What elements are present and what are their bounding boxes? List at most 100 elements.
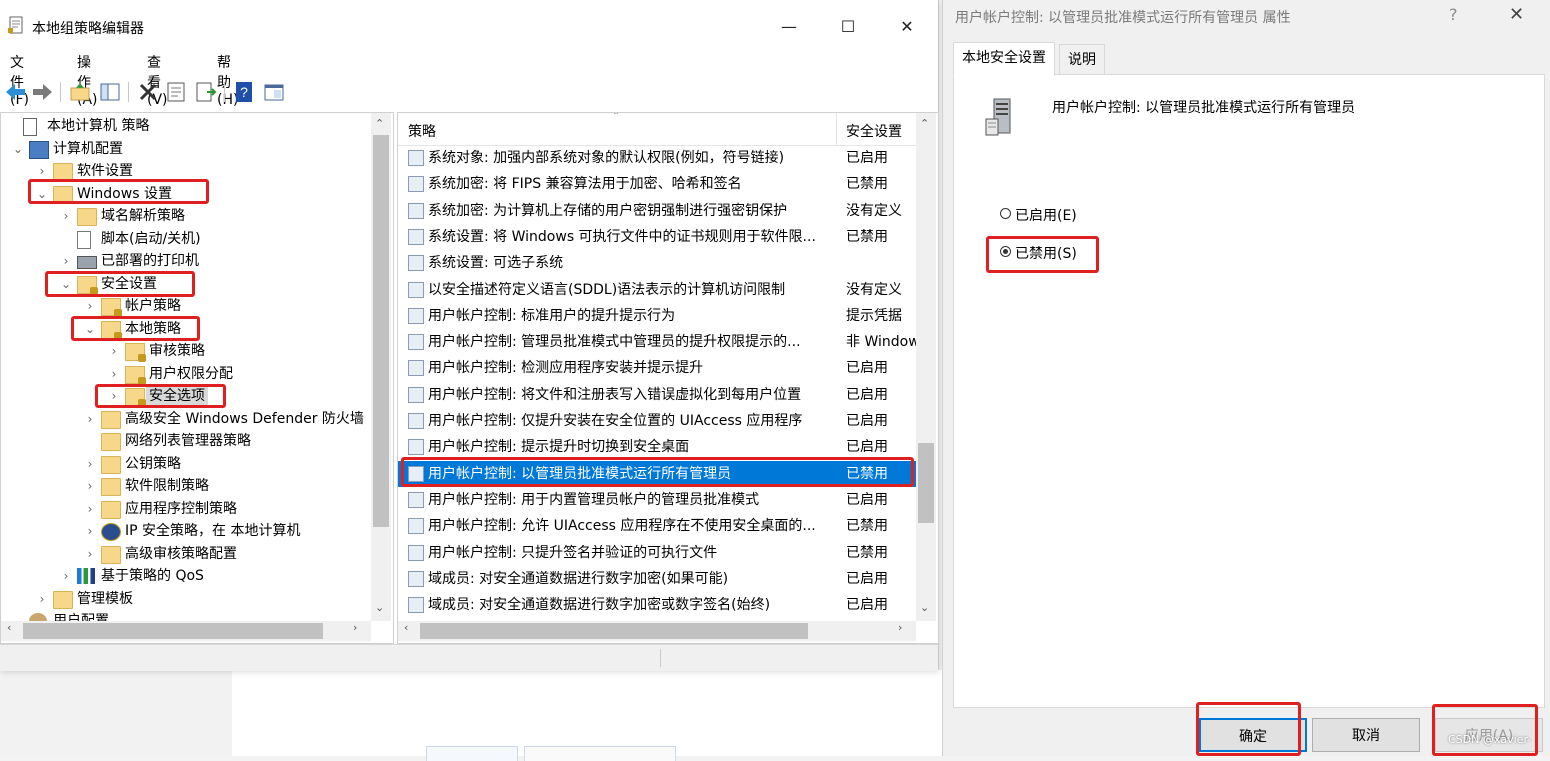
scroll-right-arrow-icon[interactable]: ›: [353, 621, 357, 634]
tree-scroll-thumb[interactable]: [373, 135, 389, 527]
security-folder-icon: [125, 343, 146, 362]
list-row[interactable]: 用户帐户控制: 检测应用程序安装并提示提升 已启用: [398, 355, 916, 381]
export-list-icon[interactable]: [194, 80, 218, 104]
cancel-button[interactable]: 取消: [1312, 718, 1420, 752]
tab-local-security-setting[interactable]: 本地安全设置: [953, 42, 1055, 76]
background-tab: [524, 746, 676, 761]
list-row[interactable]: 用户帐户控制: 只提升签名并验证的可执行文件 已禁用: [398, 540, 916, 566]
column-header-setting[interactable]: 安全设置: [846, 121, 902, 141]
expand-chevron-icon[interactable]: ›: [107, 363, 121, 385]
tab-panel: 用户帐户控制: 以管理员批准模式运行所有管理员 已启用(E) 已禁用(S): [953, 74, 1545, 708]
delete-x-icon[interactable]: [136, 80, 160, 104]
back-arrow-icon[interactable]: [4, 80, 28, 104]
expand-chevron-icon[interactable]: ›: [83, 520, 97, 542]
collapse-chevron-icon[interactable]: ⌄: [59, 273, 73, 295]
column-divider[interactable]: [836, 113, 837, 145]
list-row[interactable]: 用户帐户控制: 提示提升时切换到安全桌面 已启用: [398, 434, 916, 460]
list-hscroll-thumb[interactable]: [420, 623, 808, 639]
title-bar[interactable]: 本地组策略编辑器 — ☐ ✕: [0, 0, 938, 46]
policy-name-cell: 用户帐户控制: 以管理员批准模式运行所有管理员: [428, 465, 732, 482]
radio-enabled[interactable]: 已启用(E): [1000, 205, 1077, 225]
show-hide-tree-icon[interactable]: [98, 80, 122, 104]
collapse-chevron-icon[interactable]: ⌄: [83, 318, 97, 340]
list-header: 策略 ⌃ 安全设置: [398, 113, 916, 146]
expand-chevron-icon[interactable]: ›: [83, 543, 97, 565]
scroll-up-arrow-icon[interactable]: ⌃: [920, 117, 929, 130]
lock-icon: [114, 309, 122, 317]
list-row[interactable]: 系统加密: 将 FIPS 兼容算法用于加密、哈希和签名 已禁用: [398, 171, 916, 197]
help-icon[interactable]: ?: [232, 80, 256, 104]
expand-chevron-icon[interactable]: ›: [83, 475, 97, 497]
list-row[interactable]: 系统设置: 可选子系统: [398, 250, 916, 276]
list-vertical-scrollbar[interactable]: [916, 113, 936, 621]
collapse-chevron-icon[interactable]: ⌄: [35, 183, 49, 205]
security-setting-cell: 已启用: [846, 491, 888, 508]
policy-setting-icon: [408, 202, 424, 219]
tab-explain[interactable]: 说明: [1059, 44, 1105, 76]
list-row[interactable]: 域成员: 对安全通道数据进行数字加密(如果可能) 已启用: [398, 566, 916, 592]
lock-icon: [138, 354, 146, 362]
collapse-chevron-icon[interactable]: ⌄: [11, 138, 25, 160]
tree-node-label: 网络列表管理器策略: [125, 433, 251, 449]
tree-node-label: 用户权限分配: [149, 365, 233, 382]
list-row[interactable]: 用户帐户控制: 管理员批准模式中管理员的提升权限提示的... 非 Windows: [398, 329, 916, 355]
tree-node-label: 高级审核策略配置: [125, 545, 237, 562]
policy-setting-icon: [408, 544, 424, 561]
properties-icon[interactable]: [164, 80, 188, 104]
list-row[interactable]: 用户帐户控制: 将文件和注册表写入错误虚拟化到每用户位置 已启用: [398, 382, 916, 408]
tree-hscroll-thumb[interactable]: [23, 623, 323, 639]
list-row[interactable]: 系统加密: 为计算机上存储的用户密钥强制进行强密钥保护 没有定义: [398, 198, 916, 224]
expand-chevron-icon[interactable]: ›: [83, 498, 97, 520]
minimize-button[interactable]: —: [766, 12, 812, 42]
scroll-down-arrow-icon[interactable]: ⌄: [375, 601, 384, 614]
list-row[interactable]: 用户帐户控制: 标准用户的提升提示行为 提示凭据: [398, 303, 916, 329]
scroll-left-arrow-icon[interactable]: ‹: [404, 621, 408, 634]
console-tree: 本地计算机 策略 ⌄ 计算机配置 › 软件设置 ⌄ Windows 设置 › 域名解析策略 脚本(…: [0, 112, 394, 644]
expand-chevron-icon[interactable]: ›: [107, 385, 121, 407]
list-row[interactable]: 用户帐户控制: 仅提升安装在安全位置的 UIAccess 应用程序 已启用: [398, 408, 916, 434]
list-row[interactable]: 用户帐户控制: 允许 UIAccess 应用程序在不使用安全桌面的... 已禁用: [398, 513, 916, 539]
policy-name-cell: 以安全描述符定义语言(SDDL)语法表示的计算机访问限制: [428, 281, 786, 298]
scroll-left-arrow-icon[interactable]: ‹: [7, 621, 11, 634]
view-pane-icon[interactable]: [262, 80, 286, 104]
maximize-button[interactable]: ☐: [825, 12, 871, 42]
expand-chevron-icon[interactable]: ›: [83, 453, 97, 475]
expand-chevron-icon[interactable]: ›: [35, 160, 49, 182]
list-row[interactable]: 以安全描述符定义语言(SDDL)语法表示的计算机访问限制 没有定义: [398, 277, 916, 303]
scroll-right-arrow-icon[interactable]: ›: [898, 621, 902, 634]
background-panel: [232, 670, 942, 756]
security-setting-cell: 没有定义: [846, 281, 902, 298]
list-scroll-thumb[interactable]: [918, 443, 934, 523]
policy-setting-icon: [408, 439, 424, 456]
up-folder-icon[interactable]: [68, 80, 92, 104]
list-row[interactable]: 域成员: 对安全通道数据进行数字加密或数字签名(始终) 已启用: [398, 592, 916, 618]
folder-icon: [77, 208, 97, 226]
policy-setting-icon: [408, 255, 424, 272]
radio-disabled-circle[interactable]: [1000, 246, 1011, 257]
tree-node-label: 安全设置: [101, 275, 157, 292]
policy-name-cell: 系统加密: 为计算机上存储的用户密钥强制进行强密钥保护: [428, 202, 788, 219]
list-row[interactable]: 用户帐户控制: 以管理员批准模式运行所有管理员 已禁用: [398, 460, 916, 487]
dialog-help-button[interactable]: ?: [1449, 5, 1458, 24]
forward-arrow-icon[interactable]: [30, 80, 54, 104]
dialog-close-button[interactable]: ✕: [1509, 4, 1524, 25]
expand-chevron-icon[interactable]: ›: [107, 340, 121, 362]
expand-chevron-icon[interactable]: ›: [35, 588, 49, 610]
security-setting-cell: 提示凭据: [846, 307, 902, 324]
scroll-up-arrow-icon[interactable]: ⌃: [375, 117, 384, 130]
column-header-policy[interactable]: 策略: [408, 121, 436, 141]
list-row[interactable]: 系统对象: 加强内部系统对象的默认权限(例如，符号链接) 已启用: [398, 145, 916, 171]
security-setting-cell: 没有定义: [846, 202, 902, 219]
close-button[interactable]: ✕: [884, 12, 930, 42]
expand-chevron-icon[interactable]: ›: [59, 565, 73, 587]
ok-button[interactable]: 确定: [1199, 718, 1307, 752]
radio-disabled[interactable]: 已禁用(S): [1000, 243, 1077, 263]
list-row[interactable]: 系统设置: 将 Windows 可执行文件中的证书规则用于软件限... 已禁用: [398, 224, 916, 250]
list-row[interactable]: 用户帐户控制: 用于内置管理员帐户的管理员批准模式 已启用: [398, 487, 916, 513]
expand-chevron-icon[interactable]: ›: [83, 295, 97, 317]
radio-enabled-circle[interactable]: [1000, 208, 1011, 219]
expand-chevron-icon[interactable]: ›: [59, 205, 73, 227]
expand-chevron-icon[interactable]: ›: [59, 250, 73, 272]
scroll-down-arrow-icon[interactable]: ⌄: [920, 601, 929, 614]
expand-chevron-icon[interactable]: ›: [83, 408, 97, 430]
